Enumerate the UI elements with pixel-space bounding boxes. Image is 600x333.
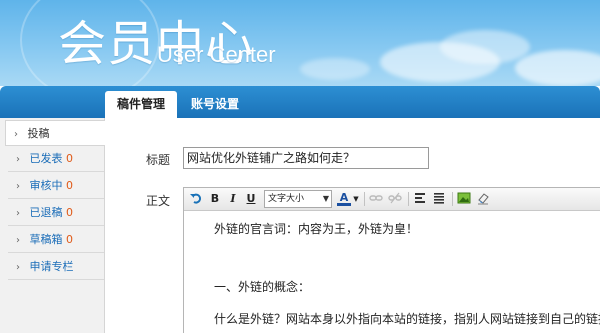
font-size-select[interactable]: 文字大小 ▼ [264,190,332,208]
eraser-icon[interactable] [475,191,491,207]
chevron-down-icon: ▼ [322,194,329,203]
bold-button[interactable]: B [208,191,222,207]
font-color-button[interactable]: A [337,191,351,206]
top-nav: 稿件管理 账号设置 [0,86,600,118]
underline-button[interactable]: U [244,191,258,207]
sidebar-item-label: 申请专栏 [29,260,74,273]
sidebar-item-submit[interactable]: › 投稿 [5,120,105,146]
unlink-icon[interactable] [387,191,403,207]
chevron-right-icon: › [16,181,20,192]
toolbar-separator [364,192,365,206]
sidebar-item-drafts[interactable]: › 草稿箱 0 [8,227,104,253]
chevron-down-icon[interactable]: ▼ [352,191,360,207]
sidebar-item-label: 已发表 [29,152,63,165]
sidebar-item-label: 投稿 [27,127,50,140]
editor-content[interactable]: 外链的官言词：内容为王，外链为皇！ 一、外链的概念： 什么是外链？网站本身以外指… [184,212,600,333]
cloud-decoration [300,58,370,80]
toolbar-separator [408,192,409,206]
sidebar-item-count: 0 [66,233,73,246]
link-icon[interactable] [368,191,384,207]
sidebar-item-label: 审核中 [29,179,63,192]
sidebar-item-published[interactable]: › 已发表 0 [8,146,104,172]
align-justify-icon[interactable] [431,191,447,207]
sidebar-item-count: 0 [66,179,73,192]
insert-image-icon[interactable] [456,191,472,207]
editor-toolbar: B I U 文字大小 ▼ A ▼ [184,188,600,211]
sidebar-item-label: 草稿箱 [29,233,63,246]
title-label: 标题 [146,153,171,167]
cloud-decoration [440,30,530,64]
italic-button[interactable]: I [226,191,240,207]
tab-manuscript-management[interactable]: 稿件管理 [105,91,177,118]
font-size-label: 文字大小 [268,194,305,204]
chevron-right-icon: › [16,208,20,219]
title-input[interactable]: 网站优化外链铺广之路如何走？ [183,147,429,169]
body-label: 正文 [146,194,171,208]
sidebar-item-count: 0 [66,206,73,219]
chevron-right-icon: › [16,154,20,165]
rich-text-editor: B I U 文字大小 ▼ A ▼ 外链的官言词：内容为王，外链为皇！ 一、外链的… [183,187,600,333]
content-paragraph: 什么是外链？网站本身以外指向本站的链接，指别人网站链接到自己的链接； [214,312,600,326]
chevron-right-icon: › [16,235,20,246]
cloud-decoration [515,50,600,86]
sidebar-item-count: 0 [66,152,73,165]
content-paragraph: 外链的官言词：内容为王，外链为皇！ [214,222,419,236]
chevron-right-icon: › [14,129,18,140]
sidebar-item-label: 已退稿 [29,206,63,219]
header-banner: 会员中心 User Center [0,0,600,86]
sidebar: › 投稿 › 已发表 0 › 审核中 0 › 已退稿 0 › 草稿箱 0 › 申… [0,118,105,333]
content-paragraph: 一、外链的概念： [214,280,311,294]
chevron-right-icon: › [16,262,20,273]
sidebar-item-reviewing[interactable]: › 审核中 0 [8,173,104,199]
header-title-en: User Center [157,42,276,67]
align-left-icon[interactable] [412,191,428,207]
toolbar-separator [452,192,453,206]
tab-account-settings[interactable]: 账号设置 [185,91,245,118]
undo-icon[interactable] [188,191,204,207]
sidebar-item-apply-column[interactable]: › 申请专栏 [8,254,104,280]
sidebar-item-rejected[interactable]: › 已退稿 0 [8,200,104,226]
